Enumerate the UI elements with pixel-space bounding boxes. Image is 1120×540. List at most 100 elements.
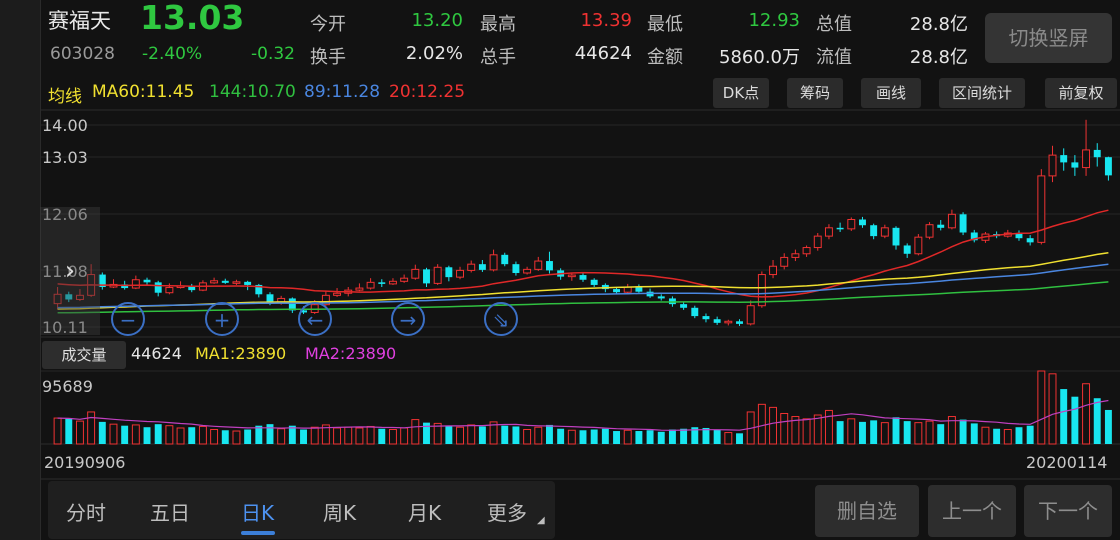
candle-body (590, 279, 598, 285)
candle-body (613, 289, 621, 293)
candle-body (423, 269, 430, 284)
candle-body (813, 235, 822, 249)
zoom-in-icon[interactable]: + (205, 302, 239, 336)
volume-indicator-button[interactable]: 成交量 (42, 341, 126, 369)
volume-bar (959, 419, 967, 444)
volume-bar (512, 426, 520, 444)
volume-bar (859, 421, 866, 444)
volume-bar (769, 406, 778, 445)
tab-five-day[interactable]: 五日 (150, 497, 190, 526)
candle-body (456, 269, 464, 278)
candle-body (333, 292, 342, 296)
volume-bar (623, 429, 632, 445)
candle-body (1082, 149, 1091, 169)
volume-bar (870, 420, 878, 444)
candle-body (713, 319, 721, 323)
volume-bar (266, 424, 274, 444)
kline-chart[interactable] (0, 0, 1120, 480)
volume-bar (1104, 409, 1112, 444)
volume-bar (445, 425, 453, 444)
volume-bar (221, 430, 229, 444)
zoom-out-icon[interactable]: − (111, 302, 145, 336)
tab-monthly-k[interactable]: 月K (408, 497, 441, 526)
volume-bar (757, 403, 766, 445)
volume-bar (65, 418, 73, 444)
candle-body (903, 245, 911, 254)
volume-ma2: MA2:23890 (305, 344, 397, 363)
volume-bar (333, 427, 342, 445)
tab-intraday[interactable]: 分时 (66, 497, 106, 526)
volume-bar (467, 424, 476, 445)
volume-bar (523, 429, 532, 445)
candle-body (791, 253, 800, 258)
chevron-right-icon[interactable]: › (40, 207, 100, 335)
candle-body (244, 281, 252, 285)
volume-bar (836, 421, 844, 444)
candle-body (445, 267, 453, 278)
candle-body (545, 261, 553, 271)
volume-bar (277, 428, 286, 445)
volume-bar (154, 424, 162, 444)
tab-weekly-k[interactable]: 周K (323, 497, 356, 526)
candle-body (1037, 175, 1046, 243)
volume-bar (478, 426, 486, 444)
candle-body (567, 274, 576, 278)
volume-bar (646, 430, 654, 444)
tab-daily-k[interactable]: 日K (241, 497, 274, 526)
candle-body (746, 305, 755, 325)
volume-bar (131, 424, 140, 445)
candle-body (411, 268, 420, 279)
y-tick-label: 14.00 (42, 116, 88, 135)
jump-latest-icon[interactable]: ⇘ (484, 302, 518, 336)
candle-body (959, 214, 967, 233)
volume-bar (668, 429, 676, 444)
candle-body (154, 282, 162, 293)
volume-bar (601, 428, 609, 444)
volume-bar (534, 426, 543, 445)
volume-bar (545, 424, 553, 444)
volume-bar (1026, 425, 1034, 444)
volume-bar (388, 429, 397, 445)
arrow-right-icon[interactable]: → (391, 302, 425, 336)
candle-body (780, 256, 789, 267)
remove-favorite-button[interactable]: 删自选 (815, 485, 919, 537)
volume-bar (255, 425, 263, 444)
volume-bar (970, 423, 978, 444)
candle-body (165, 287, 174, 294)
dropdown-corner-icon: ◢ (537, 515, 545, 526)
next-stock-button[interactable]: 下一个 (1024, 485, 1112, 537)
candle-body (925, 224, 934, 238)
candle-body (232, 281, 241, 284)
volume-bar (635, 431, 643, 444)
candle-body (802, 247, 811, 255)
volume-bar (557, 428, 565, 444)
candle-body (880, 227, 889, 237)
volume-bar (880, 422, 889, 445)
candle-body (355, 287, 364, 291)
arrow-left-icon[interactable]: ← (298, 302, 332, 336)
volume-bar (981, 426, 990, 445)
volume-bar (198, 425, 207, 445)
volume-bar (244, 429, 252, 444)
candle-body (947, 213, 956, 229)
y-tick-label: 13.03 (42, 148, 88, 167)
volume-bar (780, 412, 789, 445)
tab-more[interactable]: 更多 (487, 497, 527, 526)
volume-bar (400, 427, 409, 445)
candle-body (836, 227, 844, 230)
volume-bar (1093, 398, 1101, 444)
candle-body (534, 260, 543, 270)
previous-stock-button[interactable]: 上一个 (928, 485, 1016, 537)
candle-body (433, 266, 442, 284)
volume-bar (75, 420, 84, 445)
end-date-label: 20200114 (1026, 453, 1108, 472)
volume-bar (1037, 370, 1046, 445)
volume-bar (501, 425, 509, 444)
volume-bar (98, 421, 106, 444)
candle-body (131, 279, 140, 289)
volume-bar (53, 417, 62, 445)
volume-bar (456, 426, 464, 445)
volume-bar (210, 429, 219, 445)
volume-bar (1048, 373, 1057, 445)
volume-bar (143, 427, 151, 444)
